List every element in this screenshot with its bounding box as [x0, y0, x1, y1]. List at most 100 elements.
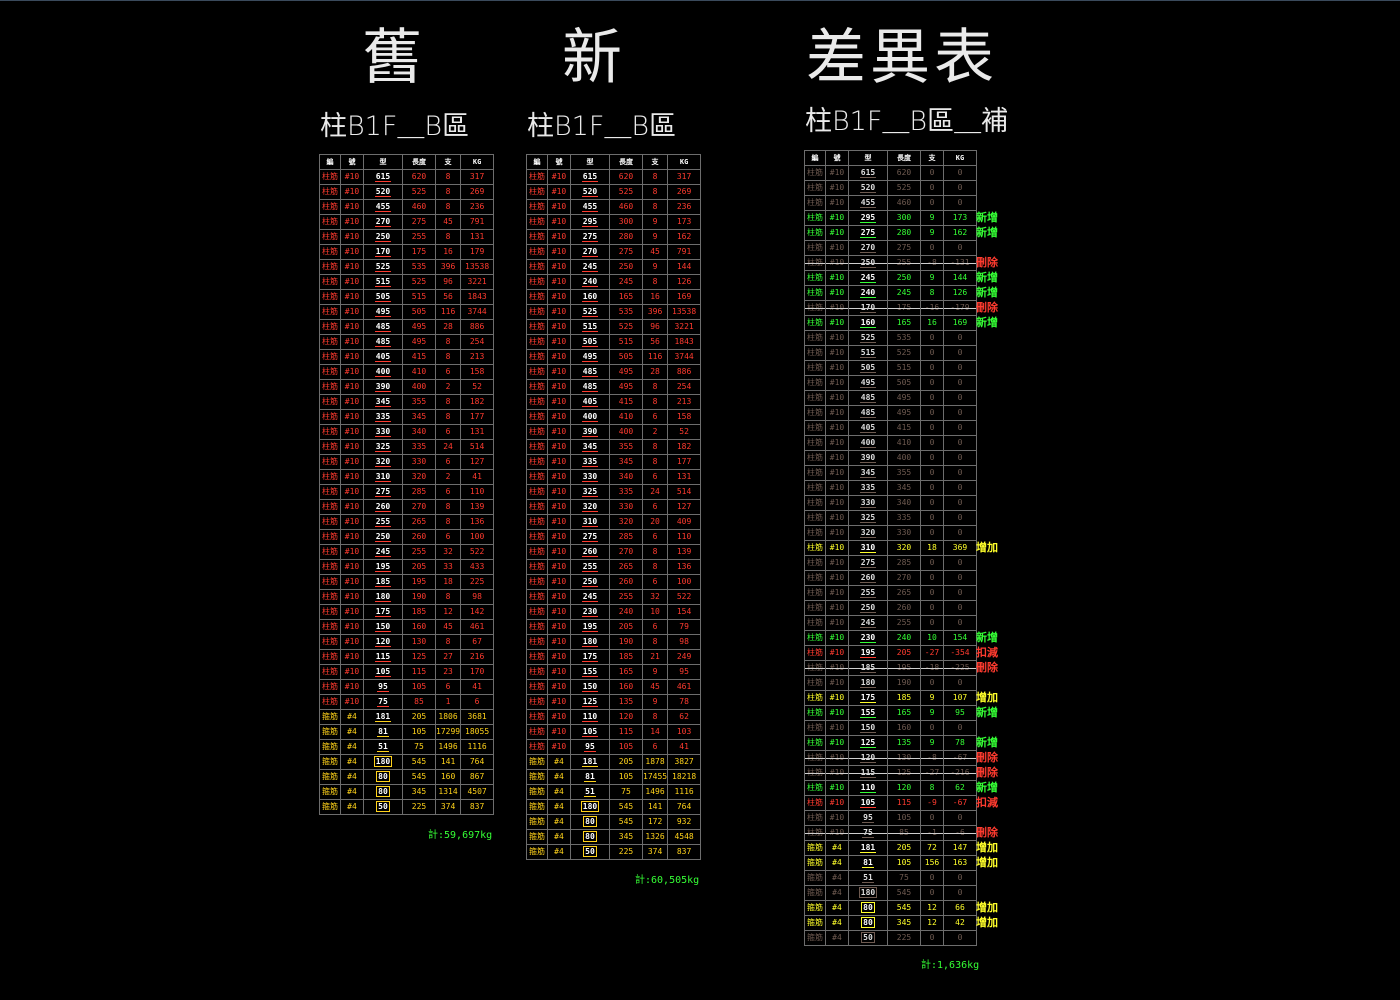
- type-cell: 柱筋: [804, 795, 826, 811]
- weight-cell: 1843: [667, 334, 702, 350]
- shape-cell: 270: [570, 244, 610, 260]
- length-cell: 275: [887, 240, 921, 256]
- length-cell: 330: [402, 454, 436, 470]
- shape-cell: 330: [848, 495, 888, 511]
- shape-mark: 320: [581, 502, 599, 512]
- length-cell: 265: [887, 585, 921, 601]
- type-cell: 柱筋: [526, 679, 548, 695]
- type-cell: 柱筋: [526, 604, 548, 620]
- table-row: 柱筋 #10 400 410 6 158: [526, 409, 702, 425]
- table-row: 柱筋 #10 245 250 9 144: [804, 270, 977, 286]
- shape-mark: 51: [377, 742, 389, 752]
- count-cell: 0: [920, 180, 944, 196]
- count-cell: 6: [434, 364, 462, 380]
- type-cell: 柱筋: [319, 589, 341, 605]
- shape-cell: 105: [570, 724, 610, 740]
- type-cell: 柱筋: [526, 514, 548, 530]
- count-cell: 8: [434, 634, 462, 650]
- weight-cell: 177: [460, 409, 495, 425]
- length-cell: 190: [402, 589, 436, 605]
- count-cell: 156: [920, 855, 944, 871]
- shape-cell: 181: [363, 709, 403, 725]
- shape-mark: 81: [862, 858, 874, 868]
- shape-mark: 275: [581, 232, 599, 242]
- type-cell: 柱筋: [804, 630, 826, 646]
- type-cell: 柱筋: [526, 574, 548, 590]
- shape-cell: 250: [848, 600, 888, 616]
- count-cell: 8: [434, 349, 462, 365]
- shape-cell: 125: [570, 694, 610, 710]
- count-cell: 96: [641, 319, 669, 335]
- weight-cell: 225: [460, 574, 495, 590]
- weight-cell: 41: [460, 679, 495, 695]
- count-cell: 396: [434, 259, 462, 275]
- size-cell: #10: [825, 465, 849, 481]
- size-cell: #10: [340, 544, 364, 560]
- table-row: 柱筋 #10 195 205 33 433: [319, 559, 495, 575]
- count-cell: 1326: [641, 829, 669, 845]
- count-cell: 32: [434, 544, 462, 560]
- count-cell: 18: [920, 540, 944, 556]
- count-cell: 0: [920, 165, 944, 181]
- size-cell: #10: [340, 229, 364, 245]
- table-row: 柱筋 #10 515 525 96 3221: [319, 274, 495, 290]
- count-cell: 28: [641, 364, 669, 380]
- type-cell: 柱筋: [319, 604, 341, 620]
- table-row: 柱筋 #10 175 185 21 249: [526, 649, 702, 665]
- size-cell: #10: [340, 199, 364, 215]
- count-cell: 0: [920, 510, 944, 526]
- size-cell: #10: [547, 319, 571, 335]
- length-cell: 345: [402, 409, 436, 425]
- shape-mark: 240: [859, 288, 877, 298]
- type-cell: 柱筋: [319, 349, 341, 365]
- table-row: 箍筋 #4 180 545 0 0: [804, 885, 977, 901]
- table-row: 柱筋 #10 275 285 6 110: [526, 529, 702, 545]
- length-cell: 340: [609, 469, 643, 485]
- status-label-add: 新增: [976, 705, 998, 719]
- count-cell: -27: [920, 645, 944, 661]
- length-cell: 260: [887, 600, 921, 616]
- type-cell: 柱筋: [319, 484, 341, 500]
- length-cell: 535: [402, 259, 436, 275]
- count-cell: 0: [920, 930, 944, 946]
- weight-cell: 3221: [667, 319, 702, 335]
- shape-cell: 405: [848, 420, 888, 436]
- count-cell: 56: [434, 289, 462, 305]
- weight-cell: -216: [943, 765, 977, 781]
- shape-cell: 250: [363, 229, 403, 245]
- size-cell: #4: [825, 885, 849, 901]
- size-cell: #10: [547, 289, 571, 305]
- table-row: 柱筋 #10 250 260 6 100: [526, 574, 702, 590]
- length-cell: 345: [609, 454, 643, 470]
- table-row: 箍筋 #4 51 75 1496 1116: [319, 739, 495, 755]
- size-cell: #10: [547, 664, 571, 680]
- status-label-increase: 增加: [976, 915, 998, 929]
- length-cell: 620: [609, 169, 643, 185]
- shape-mark: 181: [859, 843, 877, 853]
- shape-cell: 240: [848, 285, 888, 301]
- shape-cell: 195: [848, 645, 888, 661]
- size-cell: #10: [340, 514, 364, 530]
- type-cell: 柱筋: [804, 705, 826, 721]
- weight-cell: 158: [667, 409, 702, 425]
- shape-cell: 250: [363, 529, 403, 545]
- type-cell: 箍筋: [804, 870, 826, 886]
- type-cell: 柱筋: [319, 379, 341, 395]
- shape-cell: 275: [848, 555, 888, 571]
- type-cell: 柱筋: [804, 210, 826, 226]
- table-row: 柱筋 #10 505 515 56 1843: [526, 334, 702, 350]
- type-cell: 柱筋: [804, 525, 826, 541]
- top-border-line: [0, 0, 1400, 1]
- weight-cell: 886: [460, 319, 495, 335]
- type-cell: 柱筋: [804, 435, 826, 451]
- shape-cell: 485: [363, 334, 403, 350]
- length-cell: 255: [402, 544, 436, 560]
- weight-cell: 144: [943, 270, 977, 286]
- type-cell: 柱筋: [804, 540, 826, 556]
- type-cell: 柱筋: [319, 679, 341, 695]
- size-cell: #10: [340, 589, 364, 605]
- column-header: KG: [460, 154, 495, 170]
- weight-cell: 136: [667, 559, 702, 575]
- count-cell: 17299: [434, 724, 462, 740]
- length-cell: 260: [402, 529, 436, 545]
